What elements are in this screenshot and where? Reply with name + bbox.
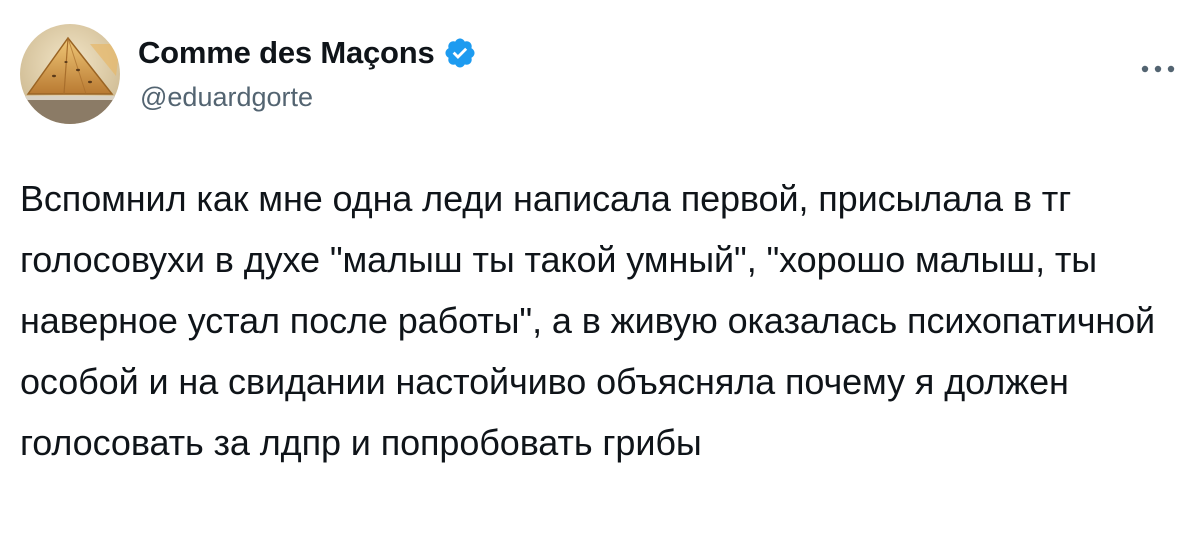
more-options-icon <box>1141 65 1175 73</box>
tweet-card: Comme des Maçons @eduardgorte Вспомнил к… <box>0 0 1200 541</box>
more-options-button[interactable] <box>1138 54 1178 84</box>
handle[interactable]: @eduardgorte <box>140 82 313 113</box>
display-name[interactable]: Comme des Maçons <box>138 35 435 71</box>
verified-badge-icon[interactable] <box>443 36 477 70</box>
author-name-row: Comme des Maçons <box>138 34 477 72</box>
avatar[interactable] <box>20 24 120 124</box>
tweet-text: Вспомнил как мне одна леди написала перв… <box>20 178 1165 463</box>
avatar-samsa-pastry-icon <box>20 24 120 124</box>
